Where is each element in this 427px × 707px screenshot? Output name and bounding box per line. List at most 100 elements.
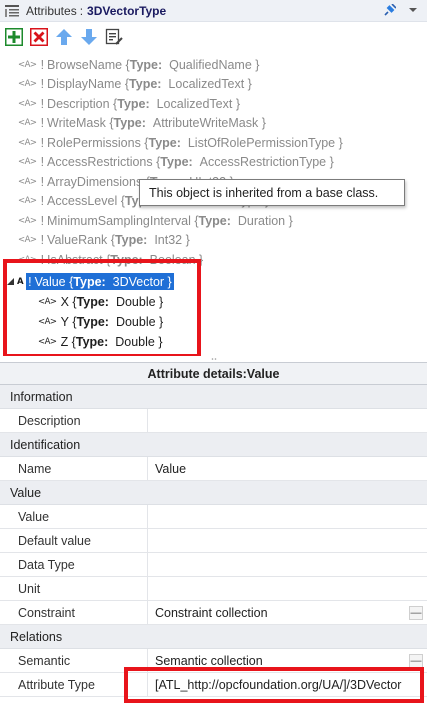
tree-row[interactable]: <A>! AccessRestrictions {Type: AccessRest… [0, 153, 427, 172]
prop-semantic-row[interactable]: Semantic Semantic collection — [0, 649, 427, 673]
inherited-tooltip: This object is inherited from a base cla… [139, 179, 405, 206]
prop-name: Unit [0, 577, 148, 600]
selected-label[interactable]: ! Value {Type: 3DVector } [26, 273, 174, 290]
type-label: Type: [129, 77, 162, 91]
edit-properties-button[interactable] [104, 27, 124, 47]
prop-name: Default value [0, 529, 148, 552]
delete-button[interactable] [29, 27, 49, 47]
move-up-icon [56, 29, 72, 45]
prop-default-value-row[interactable]: Default value [0, 529, 427, 553]
prop-attribute-type-row[interactable]: Attribute Type [ATL_http://opcfoundation… [0, 673, 427, 697]
move-up-button[interactable] [54, 27, 74, 47]
attribute-tag: <A> [38, 336, 57, 347]
attribute-type: 3DVector [112, 274, 165, 289]
attribute-type: Double [115, 334, 155, 349]
prop-value[interactable] [148, 409, 427, 432]
attribute-type: AccessRestrictionType [199, 155, 327, 169]
tree-row-value-selected[interactable]: A ! Value {Type: 3DVector } [0, 272, 427, 291]
type-label: Type: [148, 135, 181, 150]
category-value[interactable]: Value [0, 481, 427, 505]
attribute-tag: <A> [18, 137, 37, 148]
collapse-button[interactable]: — [409, 654, 423, 668]
attribute-tag: <A> [18, 59, 37, 70]
inherit-mark: ! [40, 116, 45, 130]
attribute-name: Y [60, 314, 69, 329]
type-label: Type: [114, 233, 148, 247]
chevron-down-icon[interactable] [408, 5, 418, 15]
inherit-mark: ! [40, 135, 45, 150]
attribute-name: ArrayDimensions [47, 174, 143, 189]
category-relations[interactable]: Relations [0, 625, 427, 649]
prop-name-row[interactable]: Name Value [0, 457, 427, 481]
tree-row[interactable]: <A>! MinimumSamplingInterval {Type: Durat… [0, 211, 427, 230]
tree-row[interactable]: <A>! ValueRank {Type: Int32 } [0, 231, 427, 250]
attribute-type: AttributeWriteMask [152, 116, 259, 130]
prop-description[interactable]: Description [0, 409, 427, 433]
prop-name: Description [0, 409, 148, 432]
inherit-mark: ! [40, 174, 45, 189]
tree-row[interactable]: <A>! Description {Type: LocalizedText } [0, 94, 427, 113]
prop-value[interactable]: Constraint collection [148, 601, 427, 624]
tree-row-child[interactable]: <A> Z {Type: Double } [0, 332, 427, 351]
attribute-name: MinimumSamplingInterval [47, 213, 191, 228]
attribute-type: ListOfRolePermissionType [187, 135, 336, 150]
attribute-type: LocalizedText [168, 77, 245, 91]
attribute-details-panel: Attribute details:Value Information Desc… [0, 362, 427, 707]
attribute-type: Double [115, 294, 156, 309]
prop-unit-row[interactable]: Unit [0, 577, 427, 601]
category-information[interactable]: Information [0, 385, 427, 409]
type-label: Type: [117, 96, 150, 111]
attributes-list-icon [5, 4, 19, 17]
prop-name: Semantic [0, 649, 148, 672]
prop-value[interactable] [148, 553, 427, 576]
attribute-name: X [60, 294, 69, 309]
expand-triangle-icon[interactable] [6, 277, 15, 286]
edit-properties-icon [105, 28, 123, 45]
add-icon [5, 28, 23, 46]
tree-row[interactable]: <A>! WriteMask {Type: AttributeWriteMask … [0, 114, 427, 133]
tree-row[interactable]: <A>! RolePermissions {Type: ListOfRolePer… [0, 133, 427, 152]
attribute-name: ValueRank [47, 233, 108, 247]
inherit-mark: ! [40, 57, 45, 72]
type-label: Type: [129, 57, 163, 72]
inherit-mark: ! [40, 155, 45, 169]
attribute-tree: <A>! BrowseName {Type: QualifiedName } <A>… [0, 52, 427, 362]
type-label: Type: [76, 314, 109, 329]
prop-value[interactable]: Value [148, 457, 427, 480]
attribute-name: RolePermissions [47, 135, 141, 150]
tree-row-child[interactable]: <A> Y {Type: Double } [0, 312, 427, 331]
type-label: Type: [73, 274, 106, 289]
attribute-type: Int32 [154, 233, 183, 247]
attribute-name: Description [47, 96, 110, 111]
move-down-button[interactable] [79, 27, 99, 47]
pin-icon[interactable] [382, 4, 396, 18]
attribute-tag: <A> [38, 296, 57, 307]
attribute-tag: <A> [18, 235, 37, 245]
prop-name: Value [0, 505, 148, 528]
tree-row[interactable]: <A>! BrowseName {Type: QualifiedName } [0, 55, 427, 74]
details-title: Attribute details:Value [0, 362, 427, 385]
attribute-tag: <A> [18, 157, 37, 167]
attribute-tag: <A> [18, 254, 37, 265]
prop-value[interactable] [148, 577, 427, 600]
attribute-name: AccessRestrictions [47, 155, 153, 169]
add-button[interactable] [4, 27, 24, 47]
prop-value-row[interactable]: Value [0, 505, 427, 529]
collapse-button[interactable]: — [409, 606, 423, 620]
attribute-name: DisplayName [47, 77, 122, 91]
attribute-type: Double [115, 314, 156, 329]
tree-row-child[interactable]: <A> X {Type: Double } [0, 292, 427, 311]
category-identification[interactable]: Identification [0, 433, 427, 457]
prop-name: Name [0, 457, 148, 480]
inherit-mark: ! [40, 194, 45, 208]
tree-row[interactable]: <A>! IsAbstract {Type: Boolean } [0, 250, 427, 269]
tree-row[interactable]: <A>! DisplayName {Type: LocalizedText } [0, 75, 427, 94]
attribute-tag: <A> [18, 118, 37, 128]
prop-constraint-row[interactable]: Constraint Constraint collection — [0, 601, 427, 625]
attribute-name: Value [34, 274, 66, 289]
prop-value[interactable] [148, 505, 427, 528]
prop-value[interactable]: [ATL_http://opcfoundation.org/UA/]/3DVec… [148, 673, 427, 696]
prop-value[interactable] [148, 529, 427, 552]
prop-data-type-row[interactable]: Data Type [0, 553, 427, 577]
prop-value[interactable]: Semantic collection [148, 649, 427, 672]
